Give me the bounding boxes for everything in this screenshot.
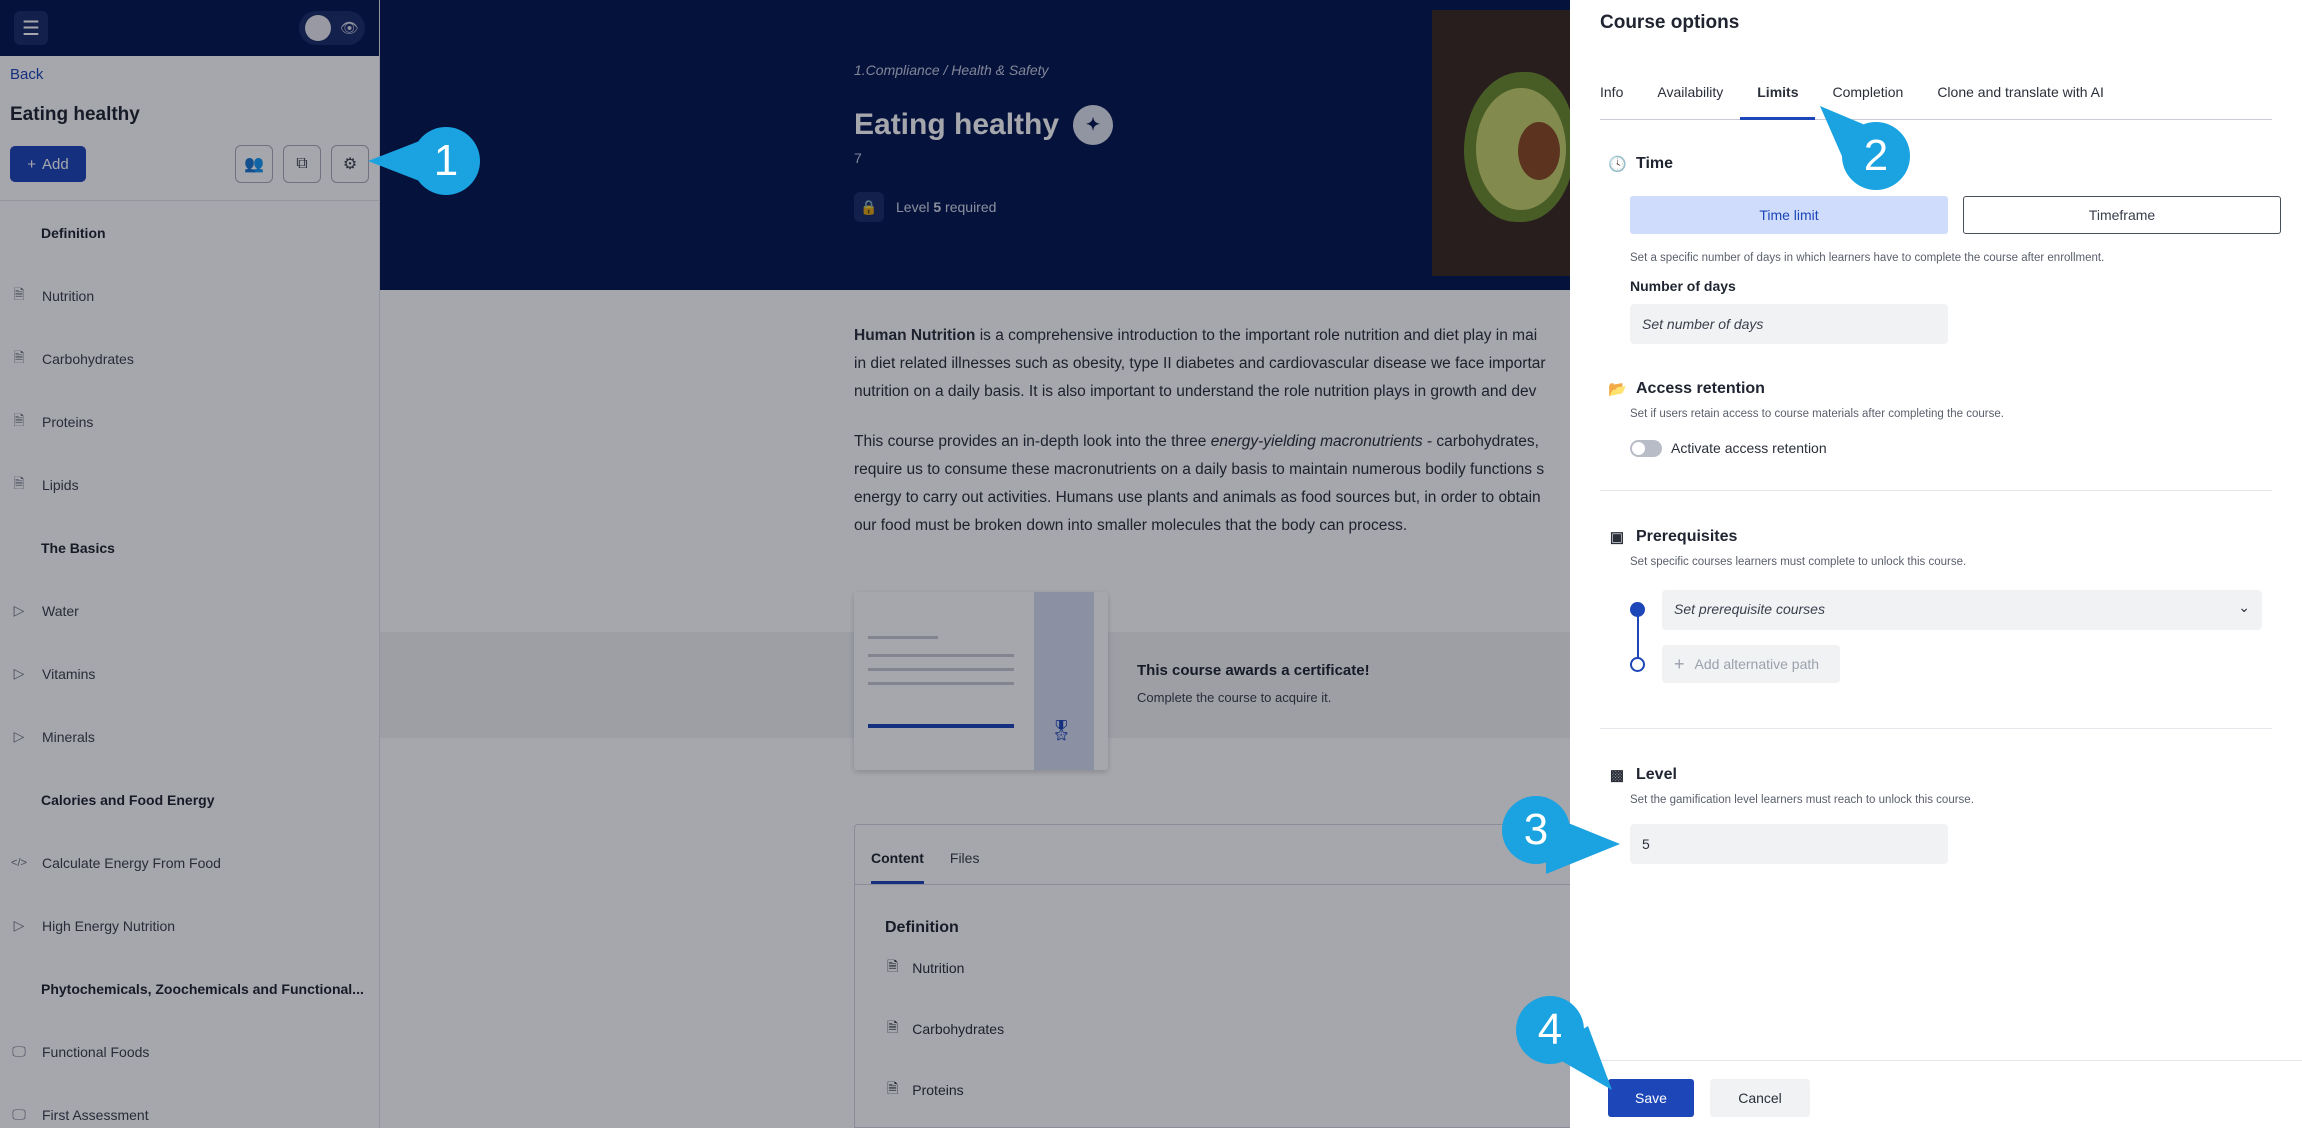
clock-icon: 🕓 [1608,156,1627,173]
time-heading: 🕓 Time [1608,155,1673,173]
path-node-empty [1630,657,1645,672]
cancel-button[interactable]: Cancel [1710,1079,1810,1117]
prereq-description: Set specific courses learners must compl… [1630,556,1967,568]
modal-backdrop[interactable] [0,0,1570,1128]
access-description: Set if users retain access to course mat… [1630,408,2004,420]
callout-number: 1 [433,136,459,185]
tab-limits[interactable]: Limits [1740,78,1816,120]
prerequisite-select[interactable]: Set prerequisite courses ⌄ [1662,590,2262,630]
level-input[interactable]: 5 [1630,824,1948,864]
time-heading-text: Time [1636,155,1674,172]
add-alternative-path-button[interactable]: + Add alternative path [1662,645,1840,683]
alt-path-label: Add alternative path [1694,656,1820,672]
callout-3: 3 [1496,796,1626,876]
callout-4: 4 [1512,996,1622,1096]
panel-title: Course options [1600,12,1740,33]
panel-tabs: Info Availability Limits Completion Clon… [1600,78,2272,120]
chevron-down-icon: ⌄ [2238,599,2250,615]
callout-2: 2 [1818,98,1918,198]
access-heading: 📂 Access retention [1608,380,1765,398]
access-heading-text: Access retention [1636,380,1765,397]
prerequisites-icon: ▣ [1609,529,1625,546]
path-connector [1637,614,1639,662]
section-divider [1600,728,2272,729]
timeframe-option[interactable]: Timeframe [1963,196,2281,234]
callout-number: 4 [1537,1005,1563,1054]
days-label: Number of days [1630,278,1736,294]
level-heading-text: Level [1636,766,1677,783]
section-divider [1600,490,2272,491]
days-input[interactable]: Set number of days [1630,304,1948,344]
plus-icon: + [1674,653,1685,674]
level-description: Set the gamification level learners must… [1630,794,1974,806]
callout-1: 1 [368,127,488,207]
callout-number: 3 [1523,805,1549,854]
prerequisites-heading: ▣ Prerequisites [1608,528,1737,546]
access-retention-toggle[interactable] [1630,440,1662,457]
tab-info[interactable]: Info [1600,78,1640,120]
prereq-select-placeholder: Set prerequisite courses [1674,601,1825,617]
tab-availability[interactable]: Availability [1640,78,1740,120]
app-root: ☰ 👁 Back Eating healthy + Add 👥 ⧉ ⚙ Defi… [0,0,2302,1128]
podium-icon: ▩ [1609,767,1625,784]
tab-clone-translate[interactable]: Clone and translate with AI [1920,78,2121,120]
folder-icon: 📂 [1608,381,1627,398]
time-description: Set a specific number of days in which l… [1630,252,2105,264]
prereq-heading-text: Prerequisites [1636,528,1738,545]
callout-number: 2 [1863,131,1889,180]
level-heading: ▩ Level [1608,766,1677,784]
course-options-panel: Course options Info Availability Limits … [1570,0,2302,1128]
access-toggle-label: Activate access retention [1671,440,1827,456]
time-limit-option[interactable]: Time limit [1630,196,1948,234]
panel-footer: Save Cancel [1570,1060,2302,1128]
